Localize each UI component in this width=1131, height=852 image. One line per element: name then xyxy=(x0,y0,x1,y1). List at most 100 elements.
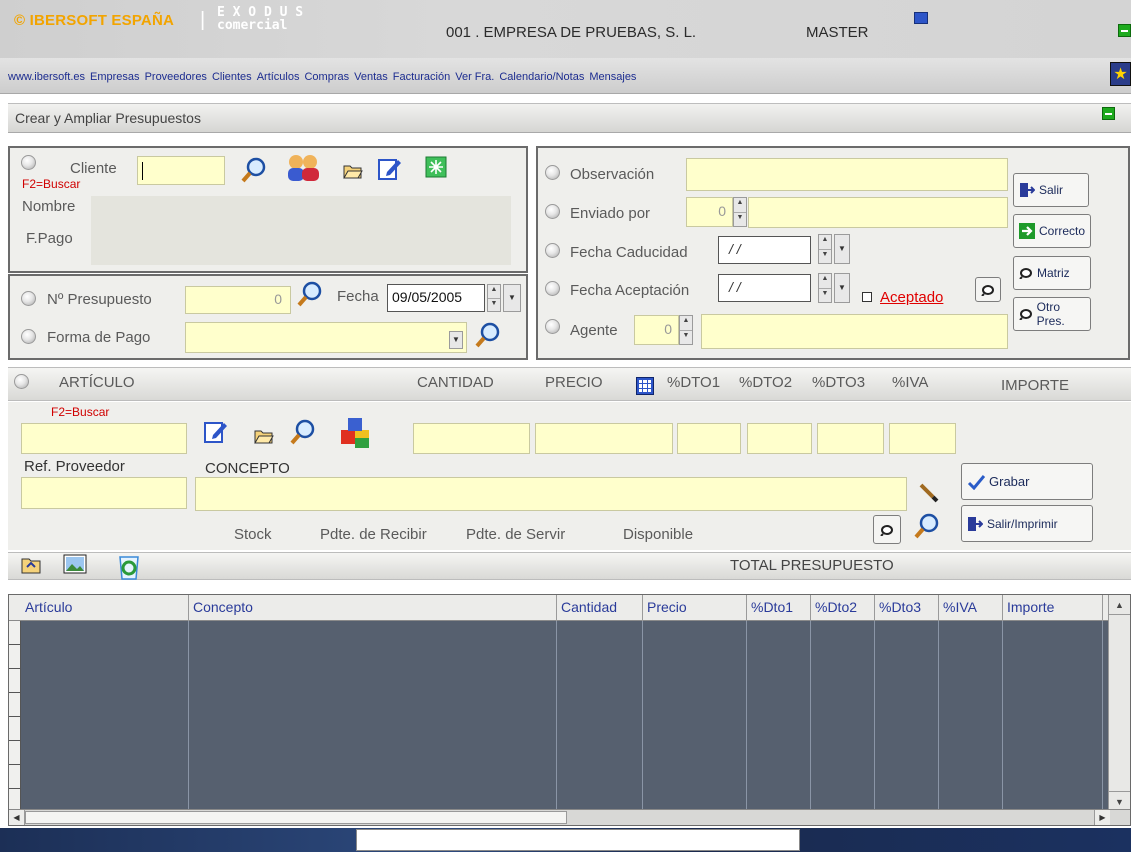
minimize-icon[interactable] xyxy=(1118,24,1131,37)
status-field xyxy=(356,829,800,851)
article-code-input[interactable] xyxy=(21,423,187,454)
edit-article-icon[interactable] xyxy=(203,419,229,445)
fecha-dropdown[interactable]: ▼ xyxy=(503,284,521,312)
grid-col-header[interactable]: Cantidad xyxy=(557,595,643,621)
aceptacion-input[interactable]: / / xyxy=(718,274,811,302)
precio-input[interactable] xyxy=(535,423,673,454)
aceptacion-radio[interactable] xyxy=(545,281,560,296)
aceptacion-spinner[interactable]: ▲ ▼ xyxy=(818,273,832,303)
clients-group-icon[interactable] xyxy=(285,153,321,183)
dto2-input[interactable] xyxy=(747,423,812,454)
article-search-icon[interactable] xyxy=(289,418,317,446)
numero-radio[interactable] xyxy=(21,291,36,306)
data-grid[interactable]: Artículo Concepto Cantidad Precio %Dto1 %Dto2… xyxy=(8,594,1131,826)
ref-proveedor-input[interactable] xyxy=(21,477,187,509)
grid-col-header[interactable]: %Dto1 xyxy=(747,595,811,621)
article-radio[interactable] xyxy=(14,374,29,389)
image-icon[interactable] xyxy=(63,553,87,575)
nav-item[interactable]: Empresas xyxy=(90,71,140,83)
grabar-button[interactable]: Grabar xyxy=(961,463,1093,500)
salir-button[interactable]: Salir xyxy=(1013,173,1089,207)
open-folder-icon[interactable] xyxy=(343,162,363,180)
aceptacion-lookup-button[interactable] xyxy=(975,277,1001,302)
pdte-servir-label: Pdte. de Servir xyxy=(466,526,566,543)
agente-radio[interactable] xyxy=(545,319,560,334)
cantidad-input[interactable] xyxy=(413,423,530,454)
article-col-articulo: ARTÍCULO xyxy=(59,374,135,391)
nav-item[interactable]: Facturación xyxy=(393,71,450,83)
user-icon[interactable] xyxy=(914,12,928,24)
dto1-input[interactable] xyxy=(677,423,741,454)
nav-item[interactable]: Artículos xyxy=(257,71,300,83)
fecha-input[interactable]: 09/05/2005 xyxy=(387,284,485,312)
nav-item[interactable]: Calendario/Notas xyxy=(499,71,584,83)
caducidad-input[interactable]: / / xyxy=(718,236,811,264)
numero-value: 0 xyxy=(274,291,282,307)
numero-input[interactable]: 0 xyxy=(185,286,291,314)
aceptacion-dropdown[interactable]: ▼ xyxy=(834,273,850,303)
cliente-search-icon[interactable] xyxy=(240,156,268,184)
matriz-button[interactable]: Matriz xyxy=(1013,256,1091,290)
salir-imprimir-button[interactable]: Salir/Imprimir xyxy=(961,505,1093,542)
nav-item[interactable]: www.ibersoft.es xyxy=(8,71,85,83)
enviado-radio[interactable] xyxy=(545,204,560,219)
new-client-icon[interactable] xyxy=(425,156,447,178)
scroll-left-arrow[interactable]: ◀ xyxy=(9,810,25,825)
grid-col-header[interactable]: Artículo xyxy=(21,595,189,621)
enviado-code-input[interactable]: 0 xyxy=(686,197,733,227)
otro-pres-button[interactable]: Otro Pres. xyxy=(1013,297,1091,331)
grid-col-header[interactable]: %Dto2 xyxy=(811,595,875,621)
enviado-spinner[interactable]: ▲ ▼ xyxy=(733,197,747,227)
forma-pago-search-icon[interactable] xyxy=(474,321,502,349)
brand-separator: | xyxy=(200,9,206,31)
cliente-input[interactable] xyxy=(137,156,225,185)
grid-col-header[interactable]: %Dto3 xyxy=(875,595,939,621)
agente-spinner[interactable]: ▲ ▼ xyxy=(679,315,693,345)
client-radio[interactable] xyxy=(21,155,36,170)
fecha-spinner[interactable]: ▲ ▼ xyxy=(487,284,501,312)
recycle-icon[interactable] xyxy=(114,551,144,581)
grid-col-header[interactable]: %IVA xyxy=(939,595,1003,621)
oval-icon xyxy=(981,284,994,296)
import-icon[interactable] xyxy=(20,553,42,575)
calculator-icon[interactable] xyxy=(636,377,654,395)
products-boxes-icon[interactable] xyxy=(337,416,377,450)
open-article-folder-icon[interactable] xyxy=(254,427,274,445)
scroll-thumb[interactable] xyxy=(25,811,567,824)
grid-col-header[interactable]: Precio xyxy=(643,595,747,621)
correcto-button[interactable]: Correcto xyxy=(1013,214,1091,248)
nav-item[interactable]: Proveedores xyxy=(145,71,207,83)
aceptado-checkbox[interactable] xyxy=(862,292,872,302)
dto3-input[interactable] xyxy=(817,423,884,454)
concepto-input[interactable] xyxy=(195,477,907,511)
observacion-radio[interactable] xyxy=(545,165,560,180)
horizontal-scrollbar[interactable]: ◀ ▶ xyxy=(9,809,1130,825)
iva-input[interactable] xyxy=(889,423,956,454)
scroll-down-arrow[interactable]: ▼ xyxy=(1109,791,1130,811)
stock-search-icon[interactable] xyxy=(913,512,941,540)
caducidad-spinner[interactable]: ▲ ▼ xyxy=(818,234,832,264)
window-minimize-icon[interactable] xyxy=(1102,107,1115,120)
nav-item[interactable]: Ver Fra. xyxy=(455,71,494,83)
vertical-scrollbar[interactable]: ▲ ▼ xyxy=(1108,595,1130,811)
edit-client-icon[interactable] xyxy=(377,156,403,182)
nav-item[interactable]: Mensajes xyxy=(589,71,636,83)
nav-item[interactable]: Clientes xyxy=(212,71,252,83)
caducidad-dropdown[interactable]: ▼ xyxy=(834,234,850,264)
numero-search-icon[interactable] xyxy=(296,280,324,308)
pencil-icon[interactable] xyxy=(918,482,940,504)
nav-item[interactable]: Compras xyxy=(304,71,349,83)
checkmark-icon xyxy=(967,474,985,490)
forma-pago-radio[interactable] xyxy=(21,329,36,344)
caducidad-radio[interactable] xyxy=(545,243,560,258)
forma-pago-select[interactable]: ▼ xyxy=(185,322,467,353)
scroll-up-arrow[interactable]: ▲ xyxy=(1109,595,1130,615)
stock-lookup-button[interactable] xyxy=(873,515,901,544)
star-icon[interactable]: ★ xyxy=(1110,62,1131,86)
observacion-input[interactable] xyxy=(686,158,1008,191)
nav-item[interactable]: Ventas xyxy=(354,71,388,83)
scroll-right-arrow[interactable]: ▶ xyxy=(1094,810,1110,825)
grid-col-header[interactable]: Concepto xyxy=(189,595,557,621)
grid-col-header[interactable]: Importe xyxy=(1003,595,1103,621)
agente-code-input[interactable]: 0 xyxy=(634,315,679,345)
